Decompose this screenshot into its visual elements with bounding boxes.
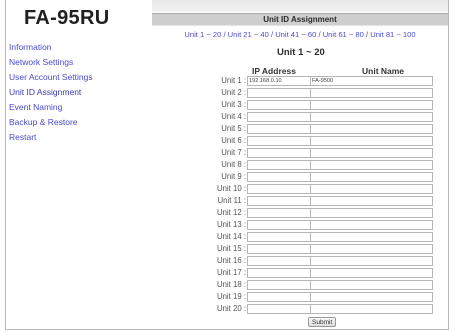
ip-address-field[interactable]: [247, 208, 311, 218]
main-content: Unit ID Assignment Unit 1 ~ 20 / Unit 21…: [142, 0, 449, 329]
unit-range-nav: Unit 1 ~ 20 / Unit 21 ~ 40 / Unit 41 ~ 6…: [142, 30, 458, 39]
unit-label: Unit 10 :: [216, 184, 246, 193]
range-link-1-20[interactable]: Unit 1 ~ 20: [184, 30, 221, 39]
unit-name-field[interactable]: [310, 100, 433, 110]
section-title: Unit 1 ~ 20: [277, 47, 325, 58]
unit-label: Unit 3 :: [221, 100, 246, 109]
unit-name-field[interactable]: [310, 76, 433, 86]
unit-name-field[interactable]: [310, 136, 433, 146]
sidebar-item-user-account-settings[interactable]: User Account Settings: [9, 70, 93, 85]
unit-name-field[interactable]: [310, 244, 433, 254]
unit-label: Unit 11 :: [217, 196, 246, 205]
unit-name-field[interactable]: [310, 148, 433, 158]
page-frame: FA-95RU Information Network Settings Use…: [5, 0, 449, 330]
sidebar-item-network-settings[interactable]: Network Settings: [9, 55, 93, 70]
unit-name-field[interactable]: [310, 208, 433, 218]
sidebar-item-backup-restore[interactable]: Backup & Restore: [9, 115, 93, 130]
ip-address-field[interactable]: [247, 172, 311, 182]
unit-name-field[interactable]: [310, 124, 433, 134]
unit-label: Unit 12 :: [216, 208, 246, 217]
unit-name-field[interactable]: [310, 232, 433, 242]
ip-address-field[interactable]: [247, 268, 311, 278]
unit-label: Unit 16 :: [216, 256, 246, 265]
header-strip: [152, 0, 448, 12]
ip-address-field[interactable]: [247, 100, 311, 110]
unit-name-field[interactable]: [310, 268, 433, 278]
ip-address-field[interactable]: [247, 220, 311, 230]
page-title: Unit ID Assignment: [152, 13, 448, 26]
unit-name-field[interactable]: [310, 160, 433, 170]
sidebar-item-information[interactable]: Information: [9, 40, 93, 55]
device-logo: FA-95RU: [24, 7, 110, 29]
range-link-61-80[interactable]: Unit 61 ~ 80: [323, 30, 364, 39]
ip-address-field[interactable]: [247, 160, 311, 170]
ip-address-field[interactable]: [247, 112, 311, 122]
sidebar-item-unit-id-assignment[interactable]: Unit ID Assignment: [9, 85, 93, 100]
unit-name-field[interactable]: [310, 220, 433, 230]
ip-address-field[interactable]: [247, 196, 311, 206]
ip-address-field[interactable]: [247, 292, 311, 302]
range-link-21-40[interactable]: Unit 21 ~ 40: [228, 30, 269, 39]
sidebar-item-restart[interactable]: Restart: [9, 130, 93, 145]
ip-address-field[interactable]: [247, 232, 311, 242]
unit-label: Unit 18 :: [216, 280, 246, 289]
unit-name-field[interactable]: [310, 196, 433, 206]
unit-label: Unit 1 :: [221, 76, 246, 85]
unit-label: Unit 19 :: [216, 292, 246, 301]
ip-address-field[interactable]: [247, 184, 311, 194]
ip-address-field[interactable]: [247, 136, 311, 146]
ip-address-field[interactable]: [247, 76, 311, 86]
column-header-unit-name: Unit Name: [362, 66, 405, 76]
unit-name-field[interactable]: [310, 256, 433, 266]
unit-label: Unit 20 :: [216, 304, 246, 313]
unit-label: Unit 14 :: [216, 232, 246, 241]
unit-name-field[interactable]: [310, 88, 433, 98]
unit-label: Unit 4 :: [221, 112, 246, 121]
unit-label: Unit 9 :: [221, 172, 246, 181]
ip-address-field[interactable]: [247, 124, 311, 134]
range-link-41-60[interactable]: Unit 41 ~ 60: [275, 30, 316, 39]
submit-button[interactable]: Submit: [308, 317, 337, 327]
unit-label: Unit 15 :: [216, 244, 246, 253]
column-header-ip: IP Address: [252, 66, 296, 76]
ip-address-field[interactable]: [247, 280, 311, 290]
range-link-81-100[interactable]: Unit 81 ~ 100: [370, 30, 415, 39]
unit-name-field[interactable]: [310, 304, 433, 314]
sidebar-item-event-naming[interactable]: Event Naming: [9, 100, 93, 115]
sidebar-nav: Information Network Settings User Accoun…: [9, 40, 93, 145]
unit-label: Unit 7 :: [221, 148, 246, 157]
ip-address-field[interactable]: [247, 304, 311, 314]
unit-label: Unit 13 :: [216, 220, 246, 229]
ip-address-field[interactable]: [247, 256, 311, 266]
unit-name-field[interactable]: [310, 280, 433, 290]
unit-label: Unit 6 :: [221, 136, 246, 145]
unit-name-field[interactable]: [310, 172, 433, 182]
unit-label: Unit 5 :: [221, 124, 246, 133]
ip-address-field[interactable]: [247, 148, 311, 158]
unit-label: Unit 8 :: [221, 160, 246, 169]
ip-address-field[interactable]: [247, 88, 311, 98]
unit-name-field[interactable]: [310, 292, 433, 302]
unit-name-field[interactable]: [310, 184, 433, 194]
sidebar: FA-95RU Information Network Settings Use…: [6, 0, 141, 329]
unit-label: Unit 2 :: [221, 88, 246, 97]
unit-name-field[interactable]: [310, 112, 433, 122]
unit-label: Unit 17 :: [216, 268, 246, 277]
ip-address-field[interactable]: [247, 244, 311, 254]
